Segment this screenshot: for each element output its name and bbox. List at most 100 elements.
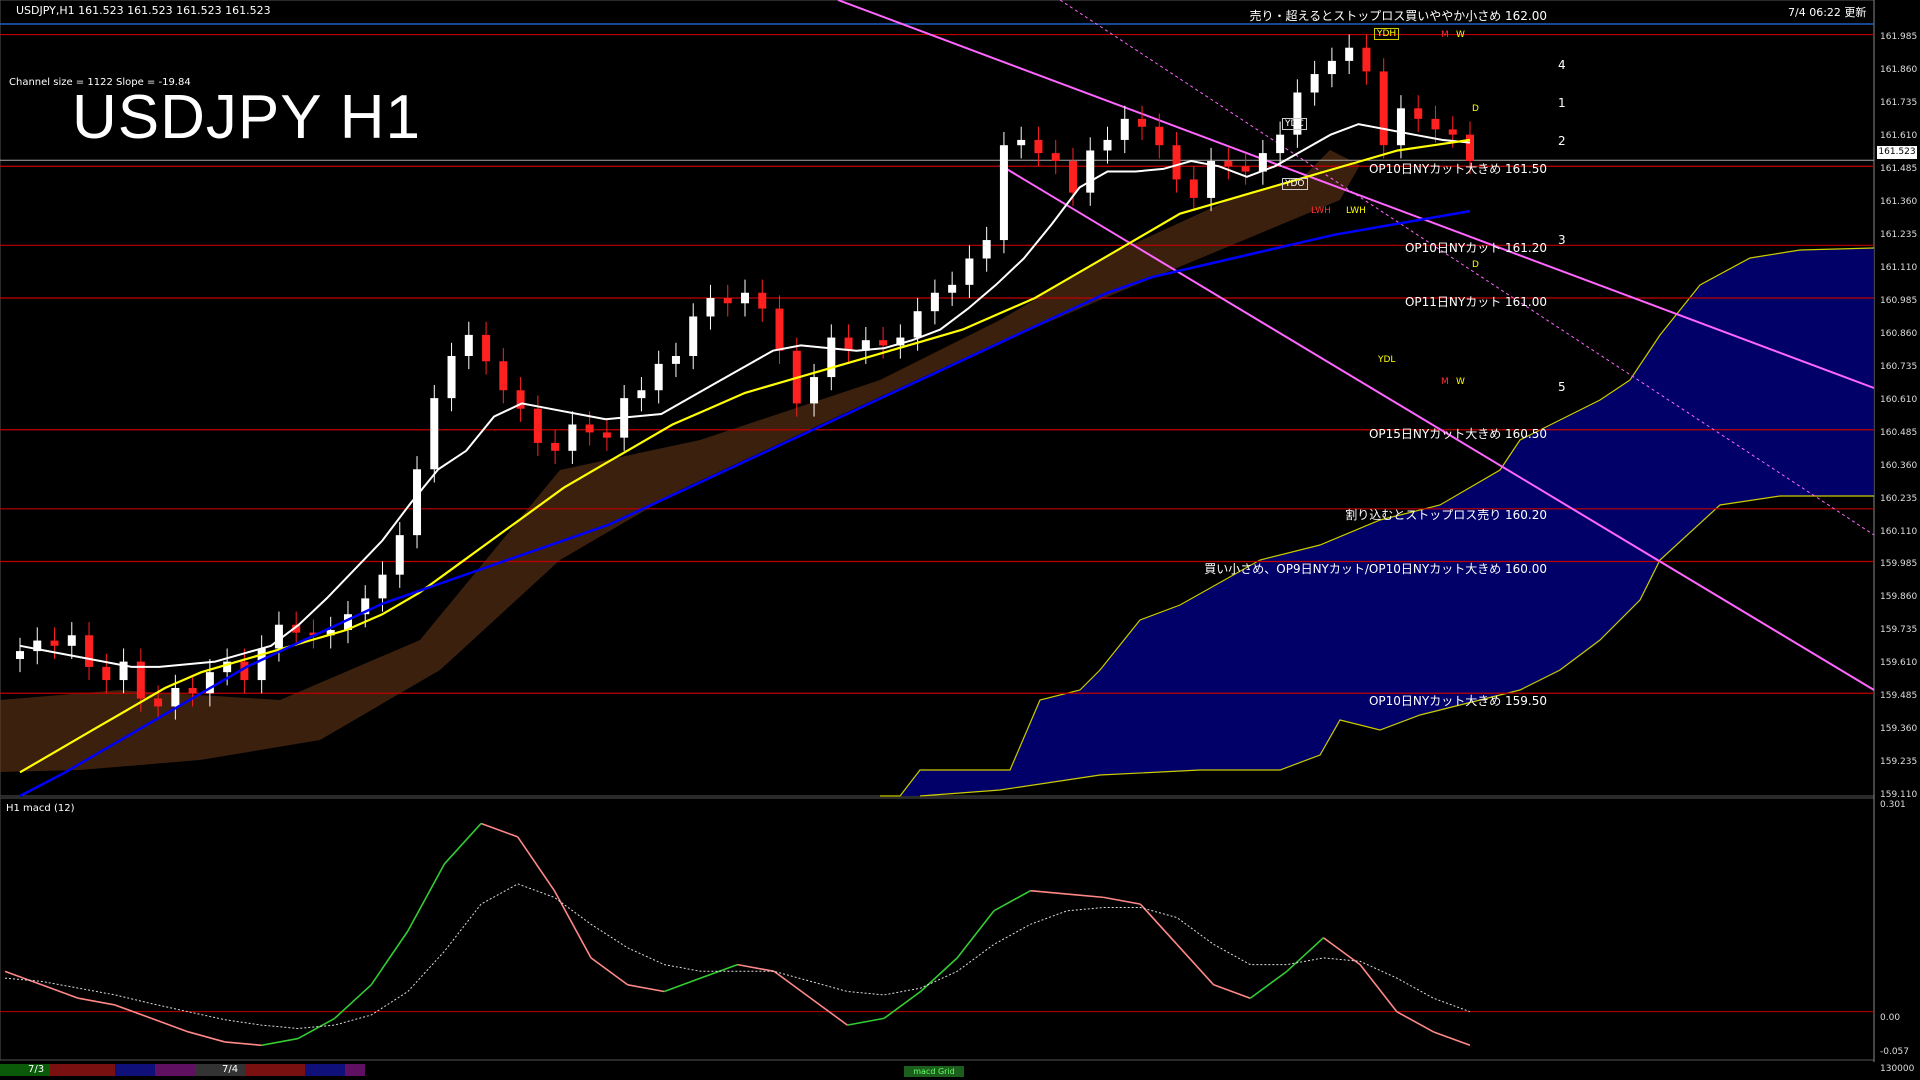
- price-tick-label: 161.110: [1880, 263, 1918, 274]
- macd-signal-line: [4, 883, 1471, 1030]
- price-tick-label: 159.610: [1880, 658, 1918, 669]
- candle-body: [482, 334, 491, 362]
- session-seg: [155, 1064, 195, 1076]
- macd-segment: [4, 970, 42, 986]
- session-seg: [245, 1064, 305, 1076]
- price-tick-label: 159.235: [1880, 757, 1918, 768]
- macd-segment: [480, 822, 519, 838]
- macd-segment: [1323, 937, 1361, 966]
- macd-segment: [1030, 889, 1068, 895]
- candle-body: [551, 442, 560, 451]
- price-tick-label: 159.485: [1880, 691, 1918, 702]
- ydl-label: YDL: [1378, 355, 1396, 365]
- price-chart[interactable]: [0, 0, 1920, 1080]
- price-tick-label: 161.985: [1880, 32, 1918, 43]
- macd-segment: [297, 1017, 336, 1040]
- macd-segment: [847, 1017, 885, 1026]
- candle-body: [758, 292, 767, 309]
- price-tick-label: 161.610: [1880, 131, 1918, 142]
- macd-segment: [1103, 896, 1141, 905]
- candle-body: [188, 687, 197, 694]
- candle-body: [1155, 126, 1164, 146]
- annotation-161-00: OP11日NYカット 161.00: [1404, 295, 1547, 309]
- macd-segment: [737, 963, 775, 973]
- candle-body: [723, 298, 732, 304]
- date-label-7-3: 7/3: [28, 1064, 45, 1075]
- ydc-label: YDC: [1282, 118, 1307, 130]
- candle-body: [827, 337, 836, 378]
- macd-axis-top: 0.301: [1880, 800, 1906, 810]
- macd-segment: [956, 910, 995, 959]
- lwh-label-2: LWH: [1346, 206, 1366, 216]
- candle-body: [85, 635, 94, 667]
- candle-body: [154, 698, 163, 707]
- macd-segment: [590, 957, 629, 986]
- annotation-161-50: OP10日NYカット大きめ 161.50: [1368, 162, 1547, 176]
- candle-body: [1414, 108, 1423, 119]
- price-tick-label: 160.360: [1880, 460, 1918, 471]
- candle-body: [1172, 145, 1181, 180]
- candle-body: [1189, 179, 1198, 198]
- candle-body: [1448, 129, 1457, 135]
- candle-body: [1051, 153, 1060, 162]
- wave-label-1: 1: [1558, 96, 1566, 110]
- price-tick-label: 161.235: [1880, 230, 1918, 241]
- macd-segment: [1286, 937, 1325, 972]
- candle-body: [1396, 108, 1405, 146]
- macd-segment: [773, 970, 812, 999]
- candle-body: [585, 424, 594, 433]
- d-label-top: D: [1472, 104, 1479, 114]
- macd-segment: [407, 863, 446, 932]
- candle-body: [1310, 74, 1319, 93]
- price-tick-label: 159.985: [1880, 559, 1918, 570]
- candle-body: [16, 651, 24, 659]
- date-label-7-4: 7/4: [222, 1064, 239, 1075]
- price-tick-label: 159.110: [1880, 790, 1918, 800]
- macd-segment: [334, 984, 372, 1019]
- wave-label-4: 4: [1558, 58, 1566, 72]
- candle-body: [982, 240, 991, 259]
- session-seg: [345, 1064, 365, 1076]
- candle-body: [378, 574, 387, 599]
- candle-body: [775, 308, 784, 351]
- macd-segment: [370, 930, 409, 986]
- candle-body: [430, 398, 439, 470]
- price-tick-label: 160.985: [1880, 295, 1918, 306]
- candle-body: [1068, 161, 1077, 193]
- w-label-top: W: [1456, 30, 1465, 40]
- ydh-label: YDH: [1374, 28, 1400, 40]
- session-seg: [305, 1064, 345, 1076]
- m-label-top: M: [1441, 30, 1449, 40]
- wave-label-2: 2: [1558, 134, 1566, 148]
- candle-body: [67, 635, 76, 646]
- ydo-label: YDO: [1282, 178, 1308, 190]
- candle-body: [913, 311, 922, 338]
- candle-body: [1086, 150, 1095, 193]
- candle-body: [1379, 71, 1388, 146]
- wave-label-5: 5: [1558, 380, 1566, 394]
- macd-segment: [261, 1037, 299, 1047]
- price-tick-label: 160.235: [1880, 493, 1918, 504]
- m-label-bottom: M: [1441, 377, 1449, 387]
- macd-tab[interactable]: macd Grid: [904, 1066, 964, 1077]
- datetime-label: 7/4 06:22 更新: [1788, 6, 1867, 19]
- macd-label: H1 macd (12): [6, 803, 75, 814]
- macd-segment: [627, 983, 665, 993]
- price-tick-label: 161.360: [1880, 197, 1918, 208]
- macd-axis-low: -0.057: [1880, 1047, 1910, 1057]
- candle-body: [1241, 166, 1250, 172]
- macd-segment: [78, 997, 116, 1006]
- macd-segment: [1396, 1010, 1434, 1033]
- candle-body: [671, 355, 680, 364]
- candle-body: [1103, 139, 1112, 151]
- price-tick-label: 160.610: [1880, 394, 1918, 405]
- price-tick-label: 161.485: [1880, 164, 1918, 175]
- candle-body: [1224, 161, 1233, 167]
- price-tick-label: 159.360: [1880, 724, 1918, 735]
- candle-body: [689, 316, 698, 356]
- price-tick-label: 160.485: [1880, 427, 1918, 438]
- candle-body: [102, 666, 111, 681]
- candle-body: [1138, 118, 1147, 127]
- candle-body: [568, 424, 577, 451]
- candle-body: [499, 361, 508, 391]
